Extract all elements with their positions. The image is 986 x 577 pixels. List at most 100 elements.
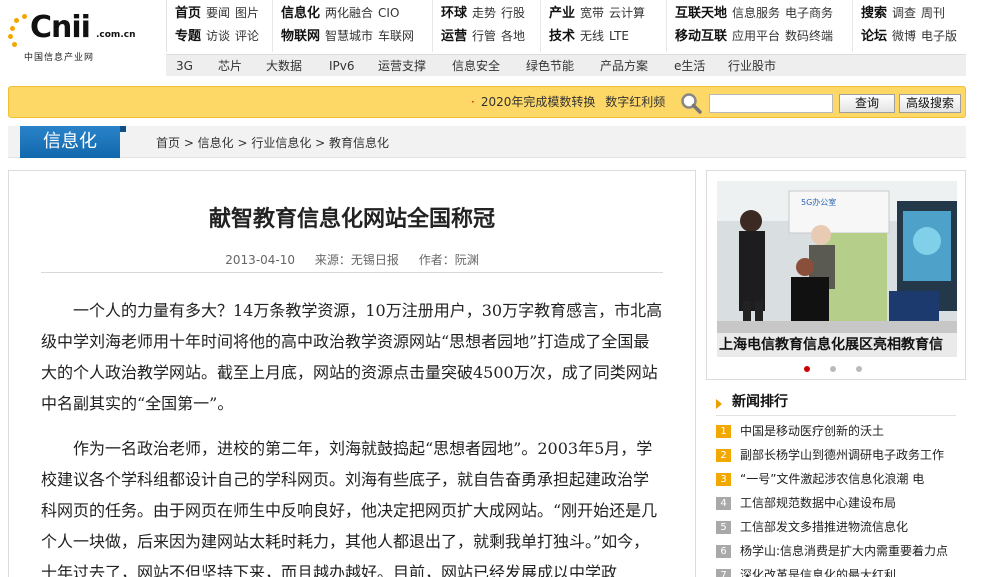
- article-meta: 2013-04-10 来源：无锡日报 作者：阮渊: [9, 251, 695, 268]
- title-divider: [41, 272, 663, 273]
- nav-link[interactable]: 首页: [175, 6, 201, 21]
- nav-link[interactable]: 无线: [580, 29, 604, 43]
- subnav-3g[interactable]: 3G: [176, 55, 193, 77]
- subnav-industry-stocks[interactable]: 行业股市: [728, 55, 776, 77]
- subnav-green-energy[interactable]: 绿色节能: [526, 55, 574, 77]
- search-icon: [681, 93, 702, 114]
- subnav-info-security[interactable]: 信息安全: [452, 55, 500, 77]
- subnav-ops-support[interactable]: 运营支撑: [378, 55, 426, 77]
- photo-caption[interactable]: 上海电信教育信息化展区亮相教育信: [717, 333, 957, 357]
- nav-link[interactable]: 车联网: [378, 29, 414, 43]
- nav-link[interactable]: 数码终端: [785, 29, 833, 43]
- top-navigation: 首页 要闻 图片 专题 访谈 评论 信息化 两化融合 CIO 物联网 智慧城市 车联网 环球 走势…: [166, 0, 966, 52]
- subnav-e-life[interactable]: e生活: [674, 55, 705, 77]
- nav-link[interactable]: 周刊: [921, 6, 945, 20]
- list-item[interactable]: 5 工信部发文多措推进物流信息化: [716, 516, 961, 540]
- advanced-search-button[interactable]: 高级搜索: [899, 94, 961, 113]
- article-paragraph: 一个人的力量有多大？14万条教学资源，10万注册用户，30万字教育感言，市北高级…: [41, 301, 663, 413]
- search-button[interactable]: 查询: [839, 94, 895, 113]
- nav-link[interactable]: 信息服务: [732, 6, 780, 20]
- hot-keyword[interactable]: 数字红利频: [605, 95, 665, 109]
- list-item[interactable]: 7 深化改革是信息化的最大红利: [716, 564, 961, 577]
- logo-domain: .com.cn: [96, 30, 136, 40]
- subnav-chips[interactable]: 芯片: [218, 55, 242, 77]
- nav-link[interactable]: 访谈: [206, 29, 230, 43]
- nav-group-6: 搜索 调查 周刊 论坛 微博 电子版: [853, 0, 967, 52]
- logo-word: Cnii: [30, 10, 91, 45]
- nav-link[interactable]: 调查: [892, 6, 916, 20]
- article-author: 作者：阮渊: [418, 253, 479, 267]
- nav-link[interactable]: 环球: [441, 6, 467, 21]
- list-item[interactable]: 1 中国是移动医疗创新的沃土: [716, 420, 961, 444]
- slide-dot-3[interactable]: [856, 366, 862, 372]
- sub-navigation: 3G 芯片 大数据 IPv6 运营支撑 信息安全 绿色节能 产品方案 e生活 行…: [166, 54, 966, 76]
- nav-link[interactable]: 行管: [472, 29, 496, 43]
- nav-link[interactable]: 产业: [549, 6, 575, 21]
- news-link[interactable]: 工信部规范数据中心建设布局: [740, 496, 896, 510]
- rank-number: 5: [716, 521, 731, 534]
- photo-slideshow: 5G办公室 上海电信教育信息化展区亮相教育信: [706, 170, 966, 380]
- nav-link[interactable]: LTE: [609, 29, 629, 43]
- nav-group-2: 信息化 两化融合 CIO 物联网 智慧城市 车联网: [273, 0, 433, 52]
- nav-link[interactable]: 应用平台: [732, 29, 780, 43]
- nav-link[interactable]: 搜索: [861, 6, 887, 21]
- breadcrumb[interactable]: 首页 > 信息化 > 行业信息化 > 教育信息化: [156, 126, 389, 160]
- exhibition-photo: 5G办公室: [717, 181, 957, 333]
- news-link[interactable]: 副部长杨学山到德州调研电子政务工作: [740, 448, 944, 462]
- subnav-big-data[interactable]: 大数据: [266, 55, 302, 77]
- subnav-ipv6[interactable]: IPv6: [329, 55, 355, 77]
- exhibit-sign-text: 5G办公室: [801, 197, 836, 207]
- article-source: 来源：无锡日报: [314, 253, 399, 267]
- nav-link[interactable]: 图片: [235, 6, 259, 20]
- news-link[interactable]: “一号”文件激起涉农信息化浪潮 电: [740, 472, 924, 486]
- article-panel: 献智教育信息化网站全国称冠 2013-04-10 来源：无锡日报 作者：阮渊 一…: [8, 170, 696, 577]
- nav-link[interactable]: 互联天地: [675, 6, 727, 21]
- nav-link[interactable]: 移动互联: [675, 29, 727, 44]
- nav-link[interactable]: 论坛: [861, 29, 887, 44]
- nav-link[interactable]: 信息化: [281, 6, 320, 21]
- nav-link[interactable]: 要闻: [206, 6, 230, 20]
- nav-link[interactable]: 技术: [549, 29, 575, 44]
- nav-link[interactable]: 行股: [501, 6, 525, 20]
- nav-link[interactable]: 走势: [472, 6, 496, 20]
- rank-number: 3: [716, 473, 731, 486]
- search-bar: · 2020年完成模数转换 数字红利频 查询 高级搜索: [8, 86, 966, 118]
- list-item[interactable]: 6 杨学山:信息消费是扩大内需重要着力点: [716, 540, 961, 564]
- list-item[interactable]: 2 副部长杨学山到德州调研电子政务工作: [716, 444, 961, 468]
- slide-dot-1[interactable]: [804, 366, 810, 372]
- nav-link[interactable]: 微博: [892, 29, 916, 43]
- news-link[interactable]: 中国是移动医疗创新的沃土: [740, 424, 884, 438]
- nav-link[interactable]: 电子商务: [785, 6, 833, 20]
- nav-link[interactable]: 评论: [235, 29, 259, 43]
- hot-keywords: · 2020年完成模数转换 数字红利频: [471, 95, 666, 109]
- slideshow-photo[interactable]: 5G办公室: [717, 181, 957, 333]
- list-item[interactable]: 4 工信部规范数据中心建设布局: [716, 492, 961, 516]
- hot-keyword[interactable]: 2020年完成模数转换: [481, 95, 596, 109]
- channel-tag[interactable]: 信息化: [20, 126, 126, 158]
- nav-link[interactable]: 运营: [441, 29, 467, 44]
- nav-link[interactable]: 物联网: [281, 29, 320, 44]
- nav-link[interactable]: 宽带: [580, 6, 604, 20]
- nav-group-5: 互联天地 信息服务 电子商务 移动互联 应用平台 数码终端: [667, 0, 853, 52]
- slide-dot-2[interactable]: [830, 366, 836, 372]
- nav-link[interactable]: CIO: [378, 6, 399, 20]
- news-link[interactable]: 工信部发文多措推进物流信息化: [740, 520, 908, 534]
- subnav-product-solutions[interactable]: 产品方案: [600, 55, 648, 77]
- article-date: 2013-04-10: [225, 253, 296, 267]
- news-link[interactable]: 杨学山:信息消费是扩大内需重要着力点: [740, 544, 948, 558]
- rank-number: 2: [716, 449, 731, 462]
- nav-link[interactable]: 云计算: [609, 6, 645, 20]
- list-item[interactable]: 3 “一号”文件激起涉农信息化浪潮 电: [716, 468, 961, 492]
- search-input[interactable]: [709, 94, 833, 113]
- nav-link[interactable]: 各地: [501, 29, 525, 43]
- nav-link[interactable]: 电子版: [921, 29, 957, 43]
- slideshow-dots: [804, 361, 882, 375]
- nav-link[interactable]: 两化融合: [325, 6, 373, 20]
- nav-group-4: 产业 宽带 云计算 技术 无线 LTE: [541, 0, 667, 52]
- article-body: 一个人的力量有多大？14万条教学资源，10万注册用户，30万字教育感言，市北高级…: [41, 295, 663, 577]
- nav-link[interactable]: 智慧城市: [325, 29, 373, 43]
- cnii-logo[interactable]: Cnii .com.cn 中国信息产业网: [8, 6, 148, 63]
- nav-link[interactable]: 专题: [175, 29, 201, 44]
- news-link[interactable]: 深化改革是信息化的最大红利: [740, 568, 896, 577]
- news-ranking-list: 1 中国是移动医疗创新的沃土 2 副部长杨学山到德州调研电子政务工作 3 “一号”文件…: [716, 420, 961, 577]
